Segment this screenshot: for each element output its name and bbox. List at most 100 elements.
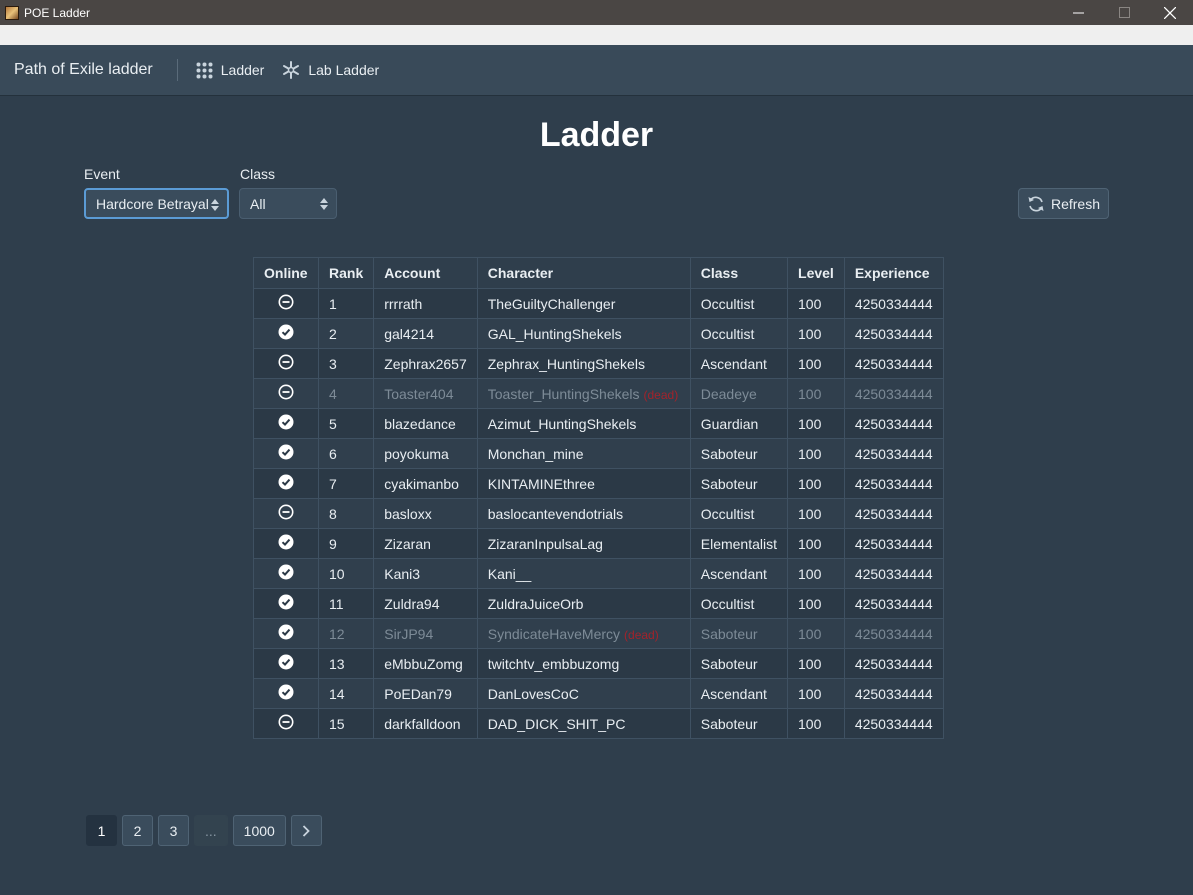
- header-experience[interactable]: Experience: [843, 257, 944, 289]
- class-value: Ascendant: [700, 355, 767, 372]
- table-row[interactable]: 10 Kani3 Kani__ Ascendant 100 4250334444: [253, 558, 944, 589]
- refresh-button[interactable]: Refresh: [1018, 188, 1109, 219]
- level-value: 100: [798, 475, 822, 492]
- dead-badge: (dead): [643, 387, 679, 402]
- rank-value: 13: [329, 655, 345, 672]
- event-select[interactable]: Hardcore Betrayal: [84, 188, 229, 219]
- account-value: SirJP94: [384, 625, 434, 642]
- menu-strip: [0, 25, 1193, 45]
- account-value: blazedance: [384, 415, 456, 432]
- character-value: Kani__: [487, 565, 532, 582]
- table-row[interactable]: 12 SirJP94 SyndicateHaveMercy (dead) Saboteu…: [253, 618, 944, 649]
- level-cell: 100: [787, 618, 845, 649]
- character-value: twitchtv_embbuzomg: [487, 655, 620, 672]
- window-title: POE Ladder: [24, 5, 91, 20]
- header-class[interactable]: Class: [689, 257, 789, 289]
- account-cell: blazedance: [373, 408, 478, 439]
- online-cell: [253, 648, 319, 679]
- online-cell: [253, 408, 319, 439]
- rank-value: 8: [329, 505, 337, 522]
- online-cell: [253, 498, 319, 529]
- table-row[interactable]: 6 poyokuma Monchan_mine Saboteur 100 42503344…: [253, 438, 944, 469]
- header-rank[interactable]: Rank: [317, 257, 375, 289]
- class-cell: Occultist: [689, 318, 789, 349]
- character-cell: SyndicateHaveMercy (dead): [476, 618, 691, 649]
- online-cell: [253, 378, 319, 409]
- rank-cell: 14: [317, 678, 375, 709]
- rank-cell: 9: [317, 528, 375, 559]
- nav-item-ladder-label: Ladder: [220, 62, 265, 78]
- experience-value: 4250334444: [854, 445, 933, 462]
- character-value: baslocantevendotrials: [487, 505, 624, 522]
- table-row[interactable]: 1 rrrrath TheGuiltyChallenger Occultist 100 4…: [253, 288, 944, 319]
- table-row[interactable]: 5 blazedance Azimut_HuntingShekels Guardian…: [253, 408, 944, 439]
- class-value: Ascendant: [700, 685, 767, 702]
- table-row[interactable]: 14 PoEDan79 DanLovesCoC Ascendant 100 4250334…: [253, 678, 944, 709]
- page-button-1000[interactable]: 1000: [232, 815, 286, 846]
- page-button-2[interactable]: 2: [122, 815, 153, 846]
- page-button-3[interactable]: 3: [158, 815, 189, 846]
- close-button[interactable]: [1147, 0, 1193, 25]
- rank-value: 7: [329, 475, 337, 492]
- table-row[interactable]: 8 basloxx baslocantevendotrials Occultist 10…: [253, 498, 944, 529]
- table-row[interactable]: 3 Zephrax2657 Zephrax_HuntingShekels Ascend…: [253, 348, 944, 379]
- level-cell: 100: [787, 528, 845, 559]
- table-row[interactable]: 2 gal4214 GAL_HuntingShekels Occultist 100 42…: [253, 318, 944, 349]
- online-cell: [253, 438, 319, 469]
- online-check-icon: [278, 474, 294, 490]
- table-row[interactable]: 4 Toaster404 Toaster_HuntingShekels (dead) D…: [253, 378, 944, 409]
- minimize-button[interactable]: [1055, 0, 1101, 25]
- table-row[interactable]: 15 darkfalldoon DAD_DICK_SHIT_PC Saboteur 10…: [253, 708, 944, 739]
- header-account[interactable]: Account: [373, 257, 478, 289]
- experience-value: 4250334444: [854, 355, 933, 372]
- character-cell: Monchan_mine: [476, 438, 691, 469]
- experience-value: 4250334444: [854, 685, 933, 702]
- account-value: cyakimanbo: [384, 475, 459, 492]
- experience-value: 4250334444: [854, 385, 933, 402]
- rank-value: 2: [329, 325, 337, 342]
- table-row[interactable]: 7 cyakimanbo KINTAMINEthree Saboteur 100 4250…: [253, 468, 944, 499]
- nav-item-ladder[interactable]: Ladder: [196, 62, 265, 79]
- offline-minus-icon: [278, 384, 294, 400]
- header-character[interactable]: Character: [476, 257, 691, 289]
- online-cell: [253, 558, 319, 589]
- event-label: Event: [84, 166, 120, 182]
- rank-value: 11: [329, 595, 344, 612]
- select-arrows-icon: [320, 198, 328, 210]
- level-value: 100: [798, 325, 822, 342]
- level-cell: 100: [787, 468, 845, 499]
- experience-value: 4250334444: [854, 535, 933, 552]
- rank-cell: 2: [317, 318, 375, 349]
- rank-cell: 5: [317, 408, 375, 439]
- level-value: 100: [798, 385, 822, 402]
- account-cell: eMbbuZomg: [373, 648, 478, 679]
- class-value: Ascendant: [700, 565, 767, 582]
- next-page-button[interactable]: [290, 815, 322, 846]
- brand-title[interactable]: Path of Exile ladder: [14, 61, 153, 79]
- nav-item-lab-ladder[interactable]: Lab Ladder: [282, 61, 379, 79]
- table-row[interactable]: 9 Zizaran ZizaranInpulsaLag Elementalist 100…: [253, 528, 944, 559]
- class-select[interactable]: All: [239, 188, 337, 219]
- class-value: Elementalist: [700, 535, 778, 552]
- account-value: basloxx: [384, 505, 432, 522]
- character-value: ZizaranInpulsaLag: [487, 535, 603, 552]
- character-cell: Kani__: [476, 558, 691, 589]
- level-value: 100: [798, 595, 822, 612]
- table-row[interactable]: 11 Zuldra94 ZuldraJuiceOrb Occultist 100 4250…: [253, 588, 944, 619]
- event-select-value: Hardcore Betrayal: [96, 195, 209, 212]
- online-check-icon: [278, 534, 294, 550]
- page-button-1[interactable]: 1: [86, 815, 117, 846]
- character-value: DAD_DICK_SHIT_PC: [487, 715, 626, 732]
- account-value: Toaster404: [384, 385, 454, 402]
- account-cell: PoEDan79: [373, 678, 478, 709]
- maximize-button[interactable]: [1101, 0, 1147, 25]
- character-value: Zephrax_HuntingShekels: [487, 355, 645, 372]
- rank-cell: 8: [317, 498, 375, 529]
- experience-value: 4250334444: [854, 565, 933, 582]
- header-online[interactable]: Online: [253, 257, 319, 289]
- rank-cell: 3: [317, 348, 375, 379]
- table-row[interactable]: 13 eMbbuZomg twitchtv_embbuzomg Saboteur 100…: [253, 648, 944, 679]
- experience-cell: 4250334444: [843, 318, 944, 349]
- header-level[interactable]: Level: [787, 257, 845, 289]
- rank-value: 10: [329, 565, 345, 582]
